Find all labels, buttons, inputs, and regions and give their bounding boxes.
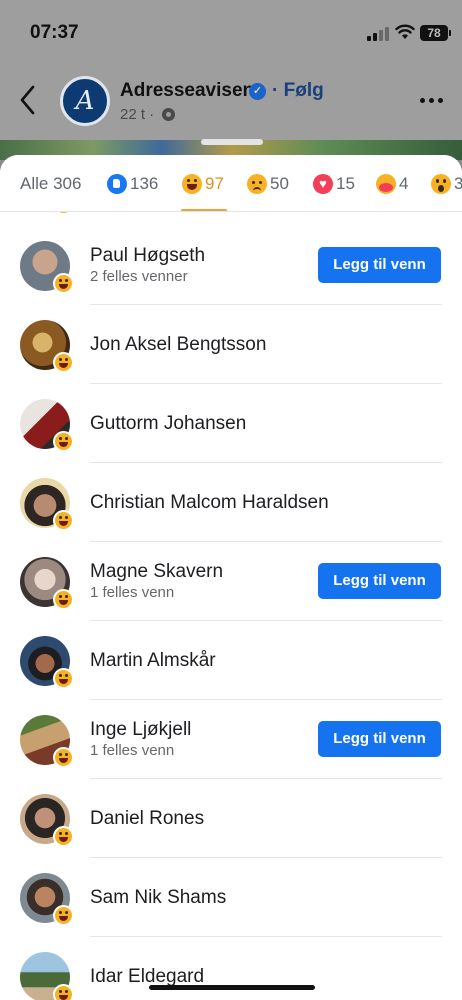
care-icon (376, 174, 396, 194)
tab-label: 50 (270, 174, 289, 193)
reactions-list: Paul Høgseth 2 felles venner Legg til ve… (0, 206, 462, 1000)
sheet-grabber[interactable] (201, 139, 263, 145)
add-friend-button[interactable]: Legg til venn (318, 721, 441, 757)
person-name[interactable]: Guttorm Johansen (90, 413, 246, 435)
add-friend-button[interactable]: Legg til venn (318, 563, 441, 599)
tab-all[interactable]: Alle 306 (20, 173, 81, 195)
person-name[interactable]: Paul Høgseth (90, 245, 205, 267)
list-item[interactable]: Christian Malcom Haraldsen (0, 463, 462, 542)
list-item[interactable]: Magne Skavern 1 felles venn Legg til ven… (0, 542, 462, 621)
active-tab-indicator (181, 209, 227, 211)
list-item[interactable]: Jon Aksel Bengtsson (0, 305, 462, 384)
list-item[interactable]: Daniel Rones (0, 779, 462, 858)
battery-icon: 78 (420, 25, 451, 41)
wifi-icon (395, 24, 415, 39)
list-item[interactable]: Guttorm Johansen (0, 384, 462, 463)
wow-icon (431, 174, 451, 194)
haha-icon (53, 984, 74, 1000)
tab-label: 15 (336, 174, 355, 193)
signal-icon (367, 27, 389, 41)
list-item[interactable]: Martin Almskår (0, 621, 462, 700)
home-indicator[interactable] (149, 985, 315, 990)
logo-letter: A (75, 86, 95, 116)
verified-badge-icon: ✓ (249, 83, 266, 100)
tab-label: 3 (454, 174, 462, 194)
haha-icon (53, 510, 74, 531)
love-icon (313, 174, 333, 194)
haha-icon (53, 273, 74, 294)
haha-icon (53, 826, 74, 847)
person-name[interactable]: Sam Nik Shams (90, 887, 226, 909)
tab-haha[interactable]: 97 (182, 173, 224, 195)
status-time: 07:37 (30, 22, 79, 43)
haha-icon (53, 747, 74, 768)
reactions-sheet: Alle 306 136 97 50 15 4 3 (0, 155, 462, 1000)
list-item[interactable]: Inge Ljøkjell 1 felles venn Legg til ven… (0, 700, 462, 779)
chevron-left-icon[interactable] (18, 84, 38, 116)
post-header: A Adresseavisen ✓ · Følg 22 t · (0, 62, 462, 140)
tab-like[interactable]: 136 (107, 173, 158, 195)
list-item[interactable]: Sam Nik Shams (0, 858, 462, 937)
tab-care[interactable]: 4 (376, 173, 408, 195)
person-name[interactable]: Jon Aksel Bengtsson (90, 334, 266, 356)
tab-label: 136 (130, 174, 159, 193)
haha-icon (182, 174, 202, 194)
tab-love[interactable]: 15 (313, 173, 355, 195)
follow-button[interactable]: · Følg (272, 80, 324, 102)
status-bar: 07:37 78 (0, 0, 462, 62)
background-page: 07:37 78 A Adresseavisen ✓ · Følg 22 t · (0, 0, 462, 160)
person-name[interactable]: Inge Ljøkjell (90, 719, 191, 741)
tab-wow[interactable]: 3 (431, 173, 462, 195)
haha-icon (53, 668, 74, 689)
post-time: 22 t · (120, 106, 155, 123)
haha-icon (53, 589, 74, 610)
page-name[interactable]: Adresseavisen (120, 80, 254, 102)
page-logo[interactable]: A (60, 76, 110, 126)
privacy-gear-icon (162, 108, 175, 121)
list-item[interactable]: Paul Høgseth 2 felles venner Legg til ve… (0, 226, 462, 305)
like-icon (107, 174, 127, 194)
person-name[interactable]: Martin Almskår (90, 650, 216, 672)
haha-icon (53, 352, 74, 373)
person-name[interactable]: Daniel Rones (90, 808, 204, 830)
mutual-friends: 1 felles venn (90, 584, 175, 601)
person-name[interactable]: Christian Malcom Haraldsen (90, 492, 329, 514)
person-name[interactable]: Magne Skavern (90, 561, 223, 583)
mutual-friends: 1 felles venn (90, 742, 175, 759)
list-item[interactable]: Idar Eldegard (0, 937, 462, 1000)
sad-icon (247, 174, 267, 194)
add-friend-button[interactable]: Legg til venn (318, 247, 441, 283)
reaction-tabs: Alle 306 136 97 50 15 4 3 (0, 155, 462, 212)
haha-icon (53, 431, 74, 452)
tab-label: Alle 306 (20, 174, 82, 193)
mutual-friends: 2 felles venner (90, 268, 188, 285)
tab-label: 4 (399, 174, 409, 193)
haha-icon (53, 905, 74, 926)
tab-label: 97 (205, 174, 224, 193)
tab-sad[interactable]: 50 (247, 173, 289, 195)
more-icon[interactable] (420, 98, 443, 103)
